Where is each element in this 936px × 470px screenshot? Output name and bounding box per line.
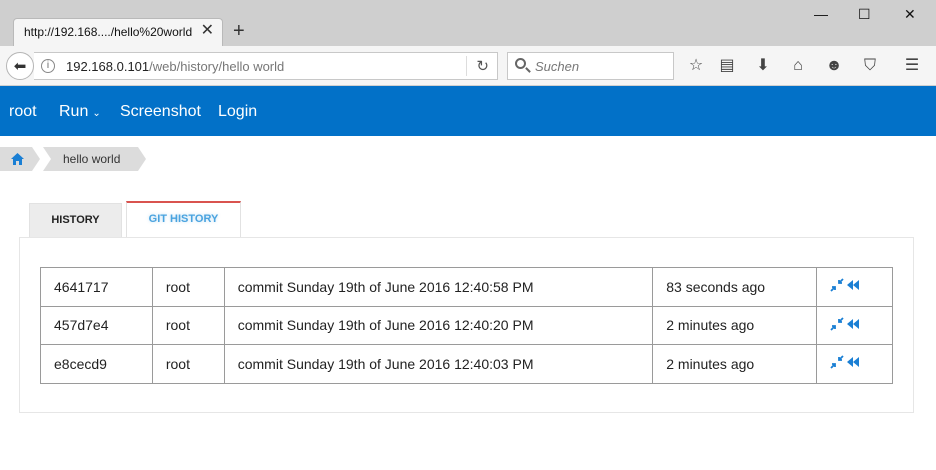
- commit-actions: [816, 305, 893, 345]
- commit-user: root: [151, 267, 225, 307]
- minimize-window-button[interactable]: —: [814, 6, 828, 22]
- nav-root[interactable]: root: [9, 103, 37, 121]
- nav-run-label: Run: [59, 103, 89, 120]
- bookmark-star-icon[interactable]: ☆: [686, 56, 706, 76]
- url-bar[interactable]: i 192.168.0.101/web/history/hello world …: [34, 52, 498, 80]
- close-window-button[interactable]: ✕: [904, 6, 916, 23]
- search-bar[interactable]: Suchen: [507, 52, 674, 80]
- breadcrumb-current-label: hello world: [63, 152, 121, 166]
- nav-login[interactable]: Login: [218, 103, 257, 121]
- commit-message: commit Sunday 19th of June 2016 12:40:03…: [223, 344, 654, 384]
- new-tab-button[interactable]: +: [233, 20, 245, 42]
- revert-icon[interactable]: [847, 280, 860, 291]
- breadcrumb-current: hello world: [43, 147, 146, 171]
- info-icon[interactable]: i: [41, 59, 55, 73]
- revert-icon[interactable]: [847, 318, 860, 329]
- app-navbar: root Run ⌄ Screenshot Login: [0, 86, 936, 136]
- commit-table: 4641717 root commit Sunday 19th of June …: [40, 267, 893, 384]
- commit-hash: 457d7e4: [40, 305, 153, 345]
- pocket-icon[interactable]: ⛉: [860, 56, 880, 76]
- menu-icon[interactable]: ☰: [902, 56, 922, 76]
- table-row: 457d7e4 root commit Sunday 19th of June …: [40, 305, 893, 345]
- commit-user: root: [151, 344, 225, 384]
- nav-run[interactable]: Run ⌄: [59, 103, 101, 121]
- compress-icon[interactable]: [830, 355, 844, 369]
- tab-history[interactable]: HISTORY: [29, 203, 122, 237]
- browser-titlebar: http://192.168..../hello%20world ✕ + — ☐…: [0, 0, 936, 46]
- url-host: 192.168.0.101: [66, 59, 150, 74]
- table-row: e8cecd9 root commit Sunday 19th of June …: [40, 344, 893, 384]
- back-arrow-icon: ⬅: [13, 58, 27, 75]
- hello-icon[interactable]: ☻: [824, 56, 844, 76]
- url-text: 192.168.0.101/web/history/hello world: [66, 59, 284, 74]
- browser-tab-title: http://192.168..../hello%20world: [24, 25, 193, 39]
- commit-time: 2 minutes ago: [652, 305, 818, 345]
- close-tab-icon[interactable]: ✕: [201, 23, 214, 39]
- reading-list-icon[interactable]: ▤: [717, 56, 737, 76]
- home-button-icon[interactable]: ⌂: [788, 56, 808, 76]
- table-row: 4641717 root commit Sunday 19th of June …: [40, 267, 893, 307]
- maximize-window-button[interactable]: ☐: [858, 6, 871, 23]
- back-button[interactable]: ⬅: [6, 52, 34, 80]
- chevron-down-icon: ⌄: [92, 108, 101, 119]
- commit-message: commit Sunday 19th of June 2016 12:40:20…: [223, 305, 654, 345]
- browser-tab[interactable]: http://192.168..../hello%20world ✕: [13, 18, 223, 46]
- commit-actions: [816, 344, 893, 384]
- commit-hash: 4641717: [40, 267, 153, 307]
- commit-message: commit Sunday 19th of June 2016 12:40:58…: [223, 267, 654, 307]
- breadcrumb-home[interactable]: [0, 147, 40, 171]
- search-placeholder: Suchen: [535, 59, 580, 74]
- tab-git-history[interactable]: GIT HISTORY: [126, 201, 241, 238]
- download-icon[interactable]: ⬇: [753, 56, 773, 76]
- revert-icon[interactable]: [847, 357, 860, 368]
- commit-actions: [816, 267, 893, 307]
- nav-screenshot[interactable]: Screenshot: [120, 103, 201, 121]
- commit-time: 2 minutes ago: [652, 344, 818, 384]
- commit-hash: e8cecd9: [40, 344, 153, 384]
- browser-toolbar: ⬅ i 192.168.0.101/web/history/hello worl…: [0, 46, 936, 86]
- compress-icon[interactable]: [830, 317, 844, 331]
- compress-icon[interactable]: [830, 278, 844, 292]
- commit-user: root: [151, 305, 225, 345]
- search-icon: [515, 58, 526, 69]
- commit-time: 83 seconds ago: [652, 267, 818, 307]
- url-path: /web/history/hello world: [149, 59, 285, 74]
- home-icon: [11, 153, 24, 165]
- url-separator: [466, 56, 467, 76]
- reload-icon[interactable]: ↻: [476, 57, 489, 75]
